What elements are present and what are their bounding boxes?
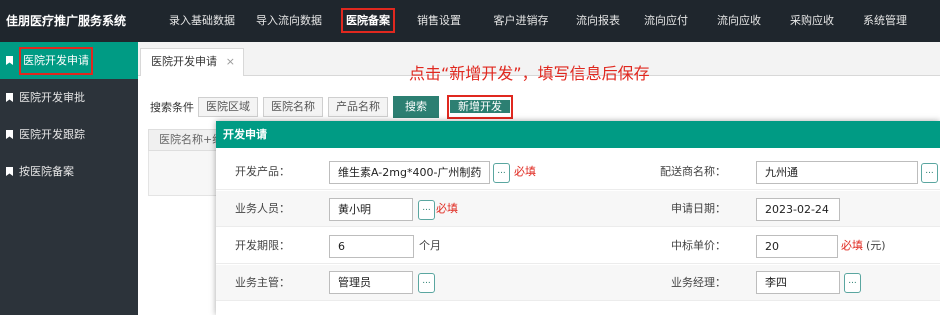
bid-price-field[interactable]: 20 xyxy=(756,235,838,258)
sidebar-item-label: 医院开发申请 xyxy=(19,46,93,75)
sidebar-item-hospital-dev-track[interactable]: 医院开发跟踪 xyxy=(0,116,138,153)
sidebar-item-label: 医院开发审批 xyxy=(19,91,85,104)
sidebar-item-label: 医院开发跟踪 xyxy=(19,128,85,141)
grid-column-hospital-name: 医院名称+级 xyxy=(159,133,224,146)
form-row-supervisor: 业务主管： 管理员 ... 业务经理： 李四 ... xyxy=(216,265,940,301)
nav-item-label: 系统管理 xyxy=(863,14,907,27)
apply-date-field[interactable]: 2023-02-24 xyxy=(756,198,840,221)
nav-item-hospital-filing[interactable]: 医院备案 xyxy=(334,0,402,42)
supervisor-label: 业务主管： xyxy=(235,276,290,289)
filter-hospital-region[interactable]: 医院区域 xyxy=(198,97,258,117)
nav-item-label: 客户进销存 xyxy=(493,14,549,27)
bid-price-unit: (元) xyxy=(866,239,886,252)
salesperson-picker-button[interactable]: ... xyxy=(418,200,435,220)
sidebar-item-filing-by-hospital[interactable]: 按医院备案 xyxy=(0,153,138,190)
period-label: 开发期限： xyxy=(235,239,290,252)
bookmark-icon xyxy=(6,93,13,102)
nav-item-flow-report[interactable]: 流向报表 xyxy=(566,0,630,42)
search-label: 搜索条件 xyxy=(150,101,194,114)
apply-date-label: 申请日期： xyxy=(671,202,726,215)
product-picker-button[interactable]: ... xyxy=(493,163,510,183)
period-field[interactable]: 6 xyxy=(329,235,414,258)
nav-item-import-flow[interactable]: 导入流向数据 xyxy=(244,0,334,42)
add-button-highlight: 新增开发 xyxy=(447,95,513,119)
nav-item-label: 流向应收 xyxy=(717,14,761,27)
search-bar: 搜索条件 医院区域 医院名称 产品名称 搜索 新增开发 xyxy=(150,95,513,119)
nav-item-flow-receivable[interactable]: 流向应收 xyxy=(702,0,776,42)
period-unit: 个月 xyxy=(419,239,441,252)
sidebar-item-hospital-dev-approve[interactable]: 医院开发审批 xyxy=(0,79,138,116)
nav-item-label: 销售设置 xyxy=(417,14,461,27)
nav-item-label: 流向应付 xyxy=(644,14,688,27)
salesperson-field[interactable]: 黄小明 xyxy=(329,198,413,221)
app-title: 佳朋医疗推广服务系统 xyxy=(6,14,127,28)
distributor-picker-button[interactable]: ... xyxy=(921,163,938,183)
sidebar: 医院开发申请 医院开发审批 医院开发跟踪 按医院备案 xyxy=(0,42,138,315)
manager-picker-button[interactable]: ... xyxy=(844,273,861,293)
nav-item-basic-data[interactable]: 录入基础数据 xyxy=(160,0,244,42)
nav-item-label: 医院备案 xyxy=(341,8,395,33)
tab-label: 医院开发申请 xyxy=(151,55,217,68)
sidebar-item-hospital-dev-apply[interactable]: 医院开发申请 xyxy=(0,42,138,79)
search-button[interactable]: 搜索 xyxy=(393,96,439,118)
filter-hospital-name[interactable]: 医院名称 xyxy=(263,97,323,117)
main-nav: 录入基础数据 导入流向数据 医院备案 销售设置 客户进销存 流向报表 流向应付 … xyxy=(160,0,922,42)
add-development-button[interactable]: 新增开发 xyxy=(450,100,510,113)
manager-label: 业务经理： xyxy=(671,276,726,289)
supervisor-field[interactable]: 管理员 xyxy=(329,271,413,294)
product-field[interactable]: 维生素A-2mg*400-广州制药 xyxy=(329,161,490,184)
distributor-label: 配送商名称： xyxy=(660,165,726,178)
dialog-title: 开发申请 xyxy=(216,121,940,148)
tab-hospital-dev-apply[interactable]: 医院开发申请 × xyxy=(140,48,244,76)
nav-item-customer-inventory[interactable]: 客户进销存 xyxy=(476,0,566,42)
nav-item-sales-settings[interactable]: 销售设置 xyxy=(402,0,476,42)
bookmark-icon xyxy=(6,167,13,176)
sidebar-item-label: 按医院备案 xyxy=(19,165,74,178)
nav-item-flow-payable[interactable]: 流向应付 xyxy=(630,0,702,42)
bid-price-label: 中标单价： xyxy=(671,239,726,252)
salesperson-label: 业务人员： xyxy=(235,202,290,215)
bookmark-icon xyxy=(6,130,13,139)
product-label: 开发产品： xyxy=(235,165,290,178)
nav-item-label: 录入基础数据 xyxy=(169,14,235,27)
nav-item-purchase-receivable[interactable]: 采购应收 xyxy=(776,0,848,42)
form-row-product: 开发产品： 维生素A-2mg*400-广州制药 ... 必填 配送商名称： 九州… xyxy=(216,154,940,190)
form-row-salesperson: 业务人员： 黄小明 ... 必填 申请日期： 2023-02-24 xyxy=(216,191,940,227)
filter-product-name[interactable]: 产品名称 xyxy=(328,97,388,117)
salesperson-required-note: 必填 xyxy=(436,202,458,215)
supervisor-picker-button[interactable]: ... xyxy=(418,273,435,293)
development-apply-dialog: 开发申请 开发产品： 维生素A-2mg*400-广州制药 ... 必填 配送商名… xyxy=(216,121,940,315)
manager-field[interactable]: 李四 xyxy=(756,271,840,294)
nav-item-label: 流向报表 xyxy=(576,14,620,27)
nav-item-system-management[interactable]: 系统管理 xyxy=(848,0,922,42)
top-navigation-bar: 佳朋医疗推广服务系统 录入基础数据 导入流向数据 医院备案 销售设置 客户进销存… xyxy=(0,0,940,42)
product-required-note: 必填 xyxy=(514,165,536,178)
nav-item-label: 采购应收 xyxy=(790,14,834,27)
close-icon[interactable]: × xyxy=(226,49,235,75)
instruction-annotation: 点击“新增开发”，填写信息后保存 xyxy=(409,64,650,83)
bid-price-required-note: 必填 xyxy=(841,239,863,252)
nav-item-label: 导入流向数据 xyxy=(256,14,322,27)
distributor-field[interactable]: 九州通 xyxy=(756,161,918,184)
form-row-period: 开发期限： 6 个月 中标单价： 20 必填 (元) xyxy=(216,228,940,264)
bookmark-icon xyxy=(6,56,13,65)
